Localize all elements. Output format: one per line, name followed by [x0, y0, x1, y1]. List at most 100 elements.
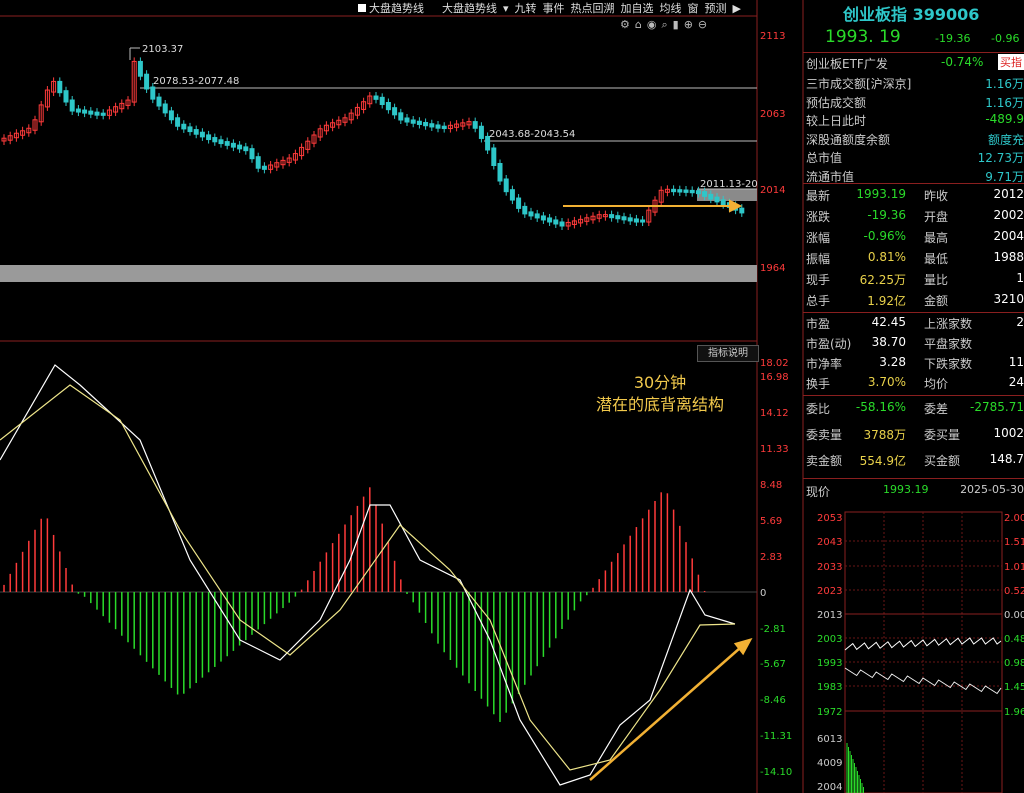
annotation-line-2: 潜在的底背离结构: [595, 395, 724, 414]
candle-body: [162, 103, 168, 114]
toolbar-event[interactable]: 事件: [543, 0, 565, 16]
quote-label: 现手: [806, 273, 831, 287]
magnify-icon[interactable]: ⌕: [661, 18, 667, 32]
toolbar-add-favorite[interactable]: 加自选: [621, 0, 654, 16]
quote-value-2: 1002: [993, 426, 1024, 440]
candle-body: [398, 112, 404, 121]
candle-body: [540, 215, 546, 221]
play-icon[interactable]: ▶: [733, 2, 741, 15]
candle-body: [82, 109, 88, 114]
checkbox-icon[interactable]: [358, 4, 366, 12]
candle-body: [621, 216, 627, 221]
annot-high: 2103.37: [142, 44, 183, 55]
chevron-down-icon[interactable]: ▾: [503, 2, 509, 15]
quote-value: 3.28: [879, 355, 906, 369]
candlesticks: [1, 57, 745, 230]
price-label: 2063: [760, 109, 785, 120]
candle-body: [423, 121, 429, 127]
quote-row: 涨跌 -19.36 开盘 2002: [803, 206, 1024, 225]
quote-value: -58.16%: [855, 400, 906, 414]
toolbar-window[interactable]: 窗: [688, 0, 699, 16]
candle-body: [212, 137, 218, 143]
candle-body: [94, 111, 100, 116]
etf-pct: -0.74%: [941, 55, 984, 69]
toolbar-trend-2[interactable]: 大盘趋势线: [442, 0, 497, 16]
etf-buy-button[interactable]: 买指: [998, 54, 1024, 70]
now-row: 现价 1993.19 2025-05-30: [803, 481, 1024, 500]
quote-label: 市盈: [806, 317, 831, 331]
quote-value-2: 24: [1008, 375, 1024, 389]
market-stat-row: 较上日此时 -489.9: [803, 110, 1024, 129]
quote-row: 最新 1993.19 昨收 2012: [803, 185, 1024, 204]
quote-value-2: 2012: [993, 187, 1024, 201]
toolbar-forecast[interactable]: 预测: [705, 0, 727, 16]
candle-body: [243, 146, 249, 152]
candle-body: [230, 142, 236, 148]
indicator-help-button[interactable]: 指标说明: [697, 345, 759, 362]
candle-body: [491, 147, 497, 166]
now-label: 现价: [806, 485, 831, 499]
price-label: 2113: [760, 31, 785, 42]
order-row: 卖金额 554.9亿 买金额 148.7: [803, 450, 1024, 469]
quote-value-2: 1988: [993, 250, 1024, 264]
candle-body: [392, 107, 398, 116]
plus-icon[interactable]: ⊕: [684, 18, 693, 32]
quote-panel: 创业板指 399006 1993. 19 -19.36 -0.96 创业板ETF…: [803, 0, 1024, 793]
bar-icon[interactable]: ▮: [673, 18, 679, 32]
quote-label: 市盈(动): [806, 337, 852, 351]
quote-value: -0.96%: [863, 229, 906, 243]
candle-body: [57, 80, 63, 94]
candle-body: [224, 141, 230, 146]
candle-body: [739, 207, 745, 214]
price-label: 2014: [760, 185, 785, 196]
minus-icon[interactable]: ⊖: [698, 18, 707, 32]
annot-level3: 2011.13-20: [700, 179, 758, 190]
market-stat-label: 三市成交额[沪深京]: [806, 77, 912, 91]
candle-body: [429, 123, 435, 128]
quote-row: 现手 62.25万 量比 1: [803, 269, 1024, 288]
market-stat-label: 预估成交额: [806, 95, 867, 110]
candle-body: [249, 148, 255, 160]
etf-row[interactable]: 创业板ETF广发 -0.74% 买指: [803, 53, 1024, 72]
toolbar-ma[interactable]: 均线: [660, 0, 682, 16]
candle-body: [441, 125, 447, 130]
candle-body: [100, 112, 106, 116]
candle-body: [522, 205, 528, 215]
quote-value-2: -2785.71: [970, 400, 1024, 414]
market-stat-value: 1.16万: [985, 95, 1024, 110]
candle-body: [206, 134, 212, 141]
candle-body: [609, 214, 615, 219]
toolbar-trend-1[interactable]: 大盘趋势线: [369, 0, 424, 16]
quote-value: 1.92亿: [867, 294, 906, 308]
quote-label: 卖金额: [806, 454, 843, 468]
toolbar-hotspot[interactable]: 热点回溯: [571, 0, 615, 16]
macd-label: 18.02: [760, 358, 789, 369]
market-stat-row: 深股通额度余额 额度充: [803, 129, 1024, 148]
candle-body: [63, 90, 69, 103]
macd-label: -8.46: [760, 695, 786, 706]
candle-body: [509, 189, 515, 201]
quote-label: 总手: [806, 294, 831, 308]
quote-value: 3.70%: [867, 375, 906, 389]
quote-label-2: 开盘: [924, 210, 949, 224]
market-stat-value: 12.73万: [977, 151, 1024, 165]
quote-value-2: 2002: [993, 208, 1024, 222]
quote-label-2: 平盘家数: [924, 337, 973, 351]
quote-row: 振幅 0.81% 最低 1988: [803, 248, 1024, 267]
quote-label: 最新: [806, 189, 831, 203]
eye-icon[interactable]: ◉: [647, 18, 657, 32]
lock-icon[interactable]: ⌂: [635, 18, 642, 32]
candle-body: [144, 73, 150, 90]
market-stat-label: 总市值: [806, 151, 843, 165]
quote-value: 0.81%: [867, 250, 906, 264]
market-stat-row: 预估成交额 1.16万: [803, 92, 1024, 111]
candle-body: [385, 102, 391, 111]
toolbar-jiuzhuan[interactable]: 九转: [515, 0, 537, 16]
gear-icon[interactable]: ⚙: [620, 18, 630, 32]
quote-value-2: 1: [1016, 271, 1024, 285]
annotation-line-1: 30分钟: [633, 373, 687, 392]
macd-label: -5.67: [760, 659, 786, 670]
candle-body: [373, 95, 379, 100]
diagonal-arrow: [589, 637, 753, 781]
quote-value: 42.45: [871, 315, 906, 329]
